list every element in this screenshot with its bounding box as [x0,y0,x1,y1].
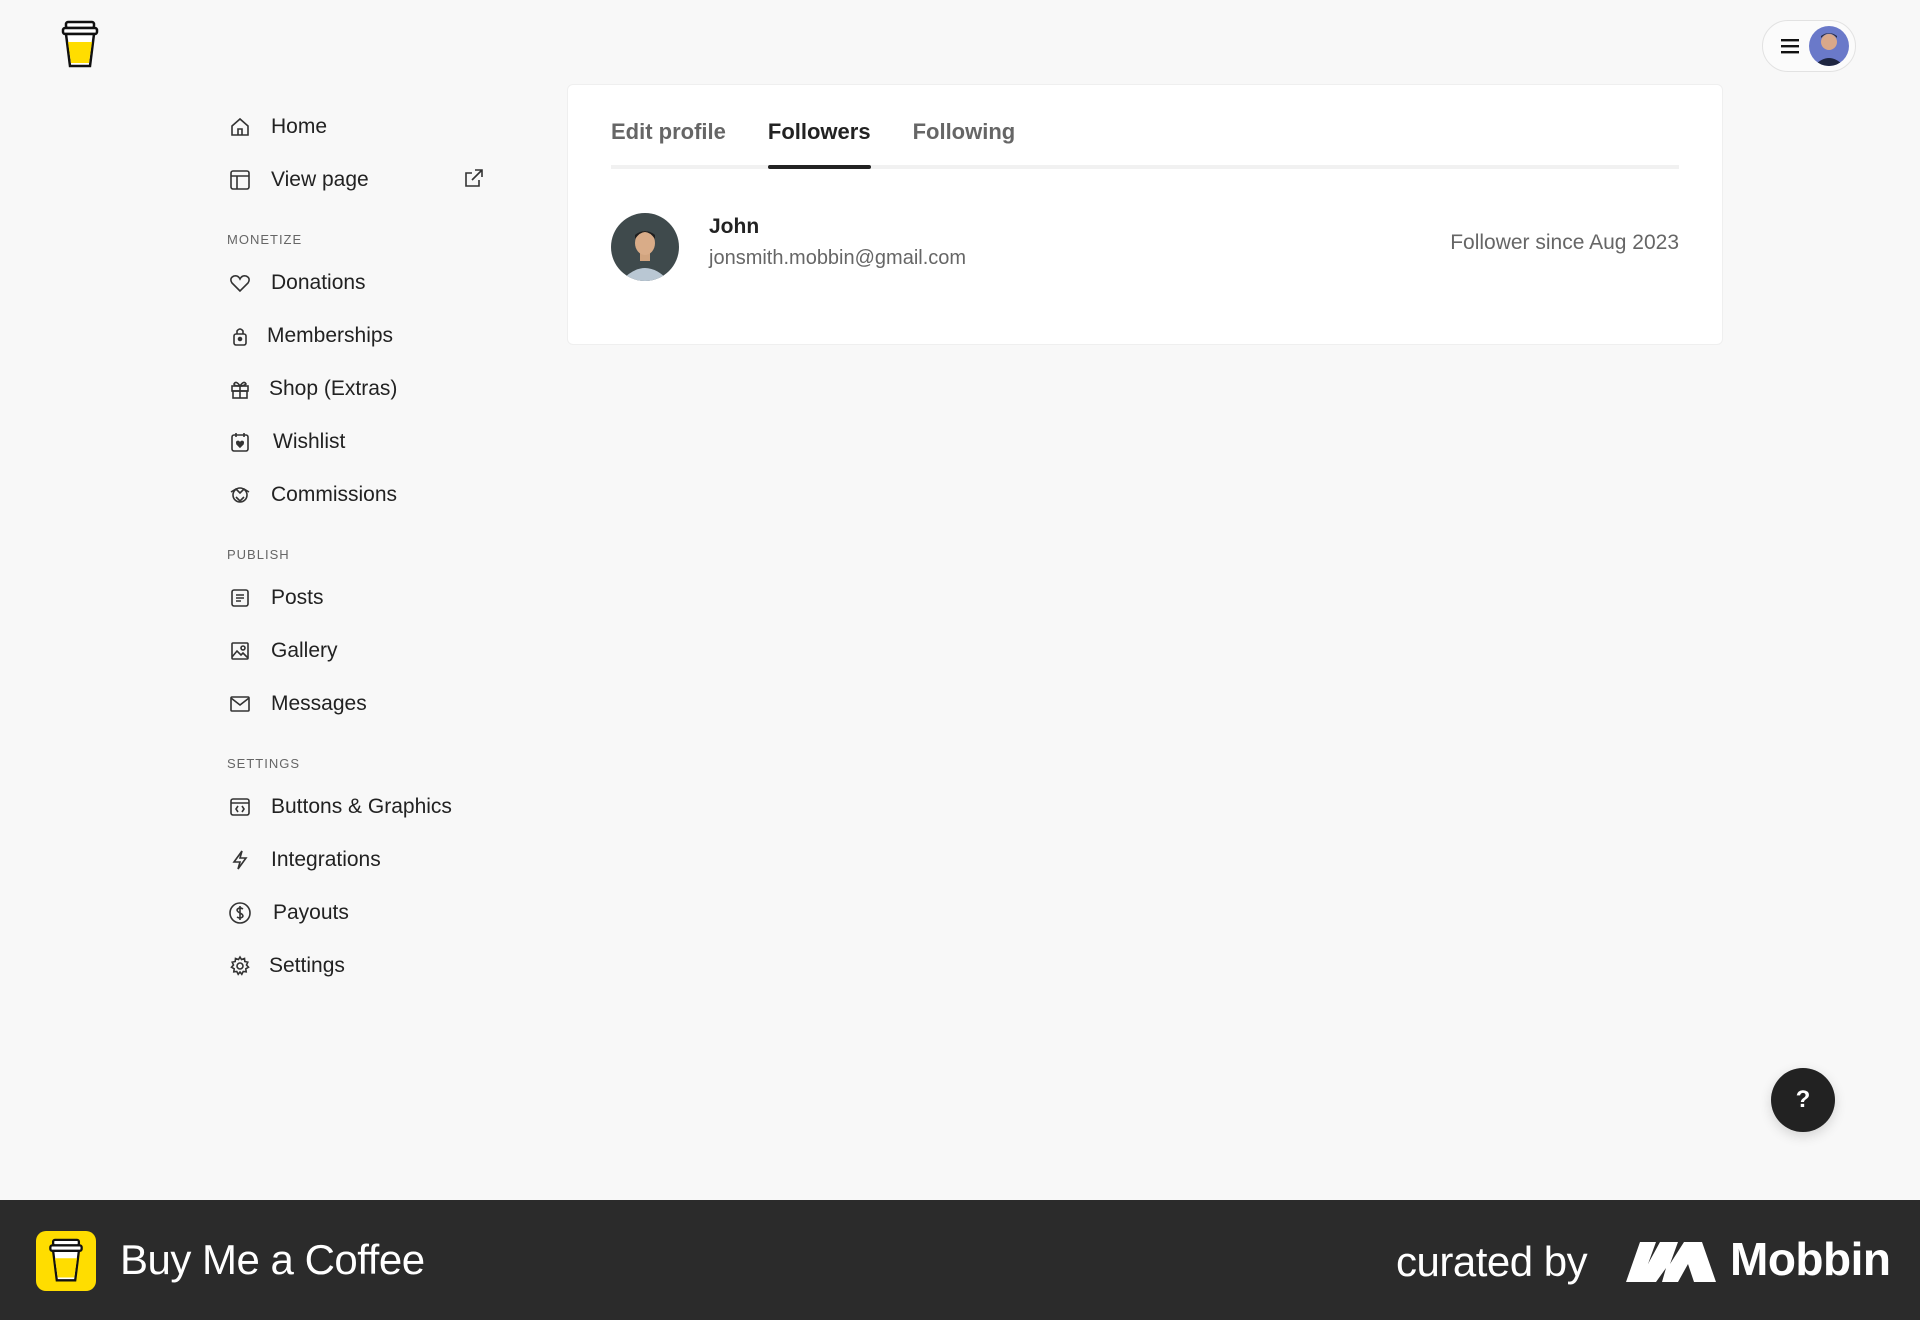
sidebar-item-label: Gallery [271,638,338,662]
footer-brand: Buy Me a Coffee [120,1236,425,1283]
sidebar-item-messages[interactable]: Messages [227,677,487,730]
tab-following[interactable]: Following [913,111,1016,165]
handshake-icon [227,482,253,508]
sidebar-item-shop[interactable]: Shop (Extras) [227,362,487,415]
sidebar-item-buttons-graphics[interactable]: Buttons & Graphics [227,780,487,833]
sidebar-item-label: Payouts [273,900,349,924]
sidebar-item-payouts[interactable]: Payouts [227,886,487,939]
help-button[interactable]: ? [1771,1068,1835,1132]
sidebar-item-label: Commissions [271,482,398,506]
sidebar-item-label: Buttons & Graphics [271,794,452,818]
follower-email: jonsmith.mobbin@gmail.com [709,247,967,269]
wishlist-icon [227,429,253,455]
sidebar-item-donations[interactable]: Donations [227,256,487,309]
dollar-circle-icon [227,900,253,926]
account-menu-button[interactable] [1762,20,1856,72]
follower-since: Follower since Aug 2023 [1450,231,1679,254]
home-icon [227,114,253,140]
avatar [611,213,679,281]
sidebar-item-label: Messages [271,691,367,715]
footer-mobbin: Mobbin [1730,1233,1891,1285]
sidebar-item-integrations[interactable]: Integrations [227,833,487,886]
gift-icon [227,376,253,402]
footer-banner: Buy Me a Coffee curated by Mobbin [0,1200,1920,1320]
lightning-icon [227,847,253,873]
avatar [1809,26,1849,66]
hamburger-icon [1781,39,1799,54]
sidebar-item-label: Settings [269,953,345,977]
profile-tabs: Edit profile Followers Following [611,111,1679,169]
sidebar-item-label: View page [271,167,369,191]
sidebar-item-label: Integrations [271,847,381,871]
section-label-monetize: MONETIZE [227,232,303,247]
mail-icon [227,691,253,717]
code-window-icon [227,794,253,820]
lock-icon [227,323,253,349]
external-link-icon[interactable] [463,167,487,191]
sidebar-item-home[interactable]: Home [227,100,487,153]
document-icon [227,585,253,611]
sidebar-item-settings[interactable]: Settings [227,939,487,992]
sidebar-item-commissions[interactable]: Commissions [227,468,487,521]
sidebar-nav: Home View page MONETIZE Donations Member… [227,100,487,992]
tab-followers[interactable]: Followers [767,111,871,169]
cup-logo-icon[interactable] [60,20,100,70]
sidebar-item-memberships[interactable]: Memberships [227,309,487,362]
section-label-settings: SETTINGS [227,756,301,771]
layout-icon [227,167,253,193]
sidebar-item-label: Wishlist [273,429,346,453]
sidebar-item-wishlist[interactable]: Wishlist [227,415,487,468]
mobbin-logo-icon [1626,1242,1716,1282]
follower-name: John [709,215,760,238]
sidebar-item-label: Posts [271,585,324,609]
profile-card: Edit profile Followers Following John jo… [567,84,1723,345]
sidebar-item-label: Memberships [267,323,394,347]
tab-edit-profile[interactable]: Edit profile [611,111,726,165]
sidebar-item-label: Home [271,114,328,138]
cup-icon [36,1231,96,1291]
sidebar-item-label: Shop (Extras) [269,376,398,400]
heart-icon [227,270,253,296]
footer-curated-by: curated by [1396,1238,1588,1285]
sidebar-item-gallery[interactable]: Gallery [227,624,487,677]
sidebar-item-label: Donations [271,270,366,294]
sidebar-item-posts[interactable]: Posts [227,571,487,624]
section-label-publish: PUBLISH [227,547,290,562]
follower-row[interactable]: John jonsmith.mobbin@gmail.com Follower … [611,213,1679,281]
sidebar-item-view-page[interactable]: View page [227,153,487,206]
gear-icon [227,953,253,979]
image-icon [227,638,253,664]
